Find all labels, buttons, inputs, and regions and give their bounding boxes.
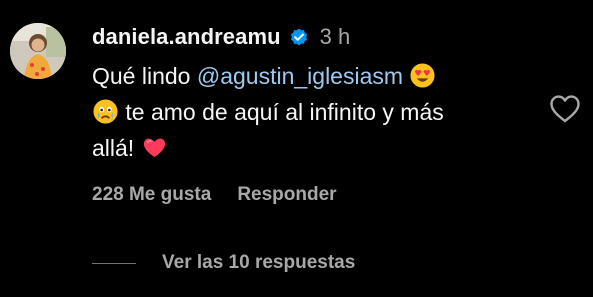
comment-item: daniela.andreamu 3 h Qué lindo @agustin_… (0, 0, 593, 297)
comment-text-end: allá! (92, 135, 135, 161)
comment-text-middle: te amo de aquí al infinito y más (125, 99, 444, 125)
comment-text: Qué lindo @agustin_iglesiasm te amo de a… (92, 58, 537, 166)
avatar[interactable] (10, 23, 66, 79)
comment-text-prefix: Qué lindo (92, 63, 191, 89)
comment-username[interactable]: daniela.andreamu (92, 24, 281, 50)
view-replies-button[interactable]: Ver las 10 respuestas (92, 252, 355, 274)
verified-badge-icon (288, 26, 310, 48)
crying-face-emoji (92, 98, 119, 125)
view-replies-label: Ver las 10 respuestas (162, 252, 356, 273)
likes-count[interactable]: 228 Me gusta (92, 184, 211, 206)
red-heart-emoji (141, 134, 168, 161)
reply-button[interactable]: Responder (237, 184, 336, 206)
comment-actions: 228 Me gusta Responder (92, 184, 337, 206)
user-mention-link[interactable]: @agustin_iglesiasm (197, 63, 403, 89)
heart-eyes-emoji (409, 62, 436, 89)
like-heart-icon[interactable] (549, 94, 581, 124)
replies-divider (92, 262, 136, 264)
comment-timestamp[interactable]: 3 h (320, 24, 351, 50)
